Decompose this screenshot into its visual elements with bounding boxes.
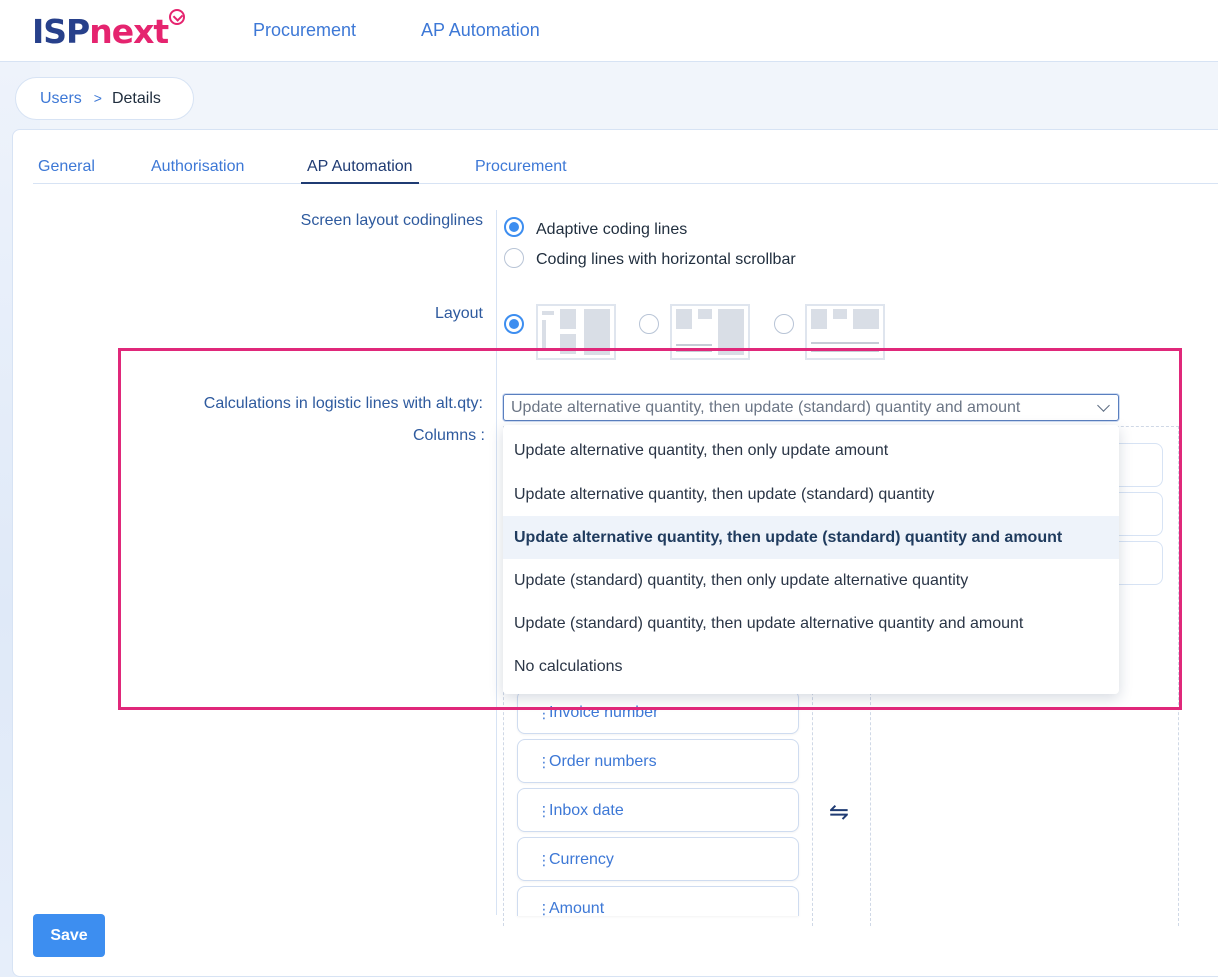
dropdown-option[interactable]: Update alternative quantity, then only u… [503,429,1119,472]
calculations-label: Calculations in logistic lines with alt.… [203,395,483,412]
tab-procurement[interactable]: Procurement [475,158,567,182]
column-chip[interactable]: ⋮ Inbox date [517,788,799,832]
drag-handle-icon[interactable]: ⋮ [537,789,551,833]
radio-adaptive-coding-lines[interactable] [504,217,524,237]
layout-radio-2[interactable] [639,314,659,334]
layout-radio-3[interactable] [774,314,794,334]
radio-horizontal-scrollbar[interactable] [504,248,524,268]
breadcrumb-users-link[interactable]: Users [40,90,82,107]
column-chip[interactable]: ⋮ Invoice number [517,690,799,734]
chevron-down-icon [1097,399,1110,412]
column-chip-label: Invoice number [549,704,659,721]
tab-bar: General Authorisation AP Automation Proc… [33,154,1218,184]
breadcrumb-current: Details [111,90,161,107]
column-chip[interactable]: ⋮ Order numbers [517,739,799,783]
logo-check-icon [169,9,185,25]
logo-next: next [89,12,169,51]
radio-horizontal-label: Coding lines with horizontal scrollbar [536,251,796,268]
column-chip[interactable]: ⋮ Amount [517,886,799,916]
details-card: General Authorisation AP Automation Proc… [12,129,1218,977]
drag-handle-icon[interactable]: ⋮ [537,887,551,916]
drag-handle-icon[interactable]: ⋮ [537,838,551,882]
nav-ap-automation[interactable]: AP Automation [421,20,540,41]
column-chip-label: Order numbers [549,753,657,770]
column-chip-label: Currency [549,851,614,868]
dropdown-option[interactable]: Update alternative quantity, then update… [503,473,1119,516]
tab-authorisation[interactable]: Authorisation [151,158,244,182]
layout-thumb-1[interactable] [536,304,616,360]
radio-adaptive-label: Adaptive coding lines [536,221,688,238]
layout-thumb-3[interactable] [805,304,885,360]
calculations-select[interactable]: Update alternative quantity, then update… [503,394,1119,421]
logo-isp: ISP [32,12,90,51]
dropdown-option[interactable]: Update (standard) quantity, then only up… [503,559,1119,602]
layout-radio-1[interactable] [504,314,524,334]
drag-handle-icon[interactable]: ⋮ [537,740,551,784]
calculations-dropdown: Update alternative quantity, then only u… [503,425,1119,694]
column-chip[interactable]: ⋮ Currency [517,837,799,881]
column-chip-label: Amount [549,900,605,916]
dropdown-option[interactable]: Update (standard) quantity, then update … [503,602,1119,645]
screen-layout-label: Screen layout codinglines [300,212,483,229]
form-divider [496,210,497,915]
save-button[interactable]: Save [33,914,105,957]
layout-thumb-2[interactable] [670,304,750,360]
logo[interactable]: ISPnext [32,12,169,52]
layout-label: Layout [434,305,483,322]
dropdown-option[interactable]: No calculations [503,645,1119,688]
top-bar: ISPnext Procurement AP Automation [0,0,1218,62]
drag-handle-icon[interactable]: ⋮ [537,691,551,735]
nav-procurement[interactable]: Procurement [253,20,356,41]
tab-general[interactable]: General [38,158,95,182]
breadcrumb-separator: > [93,90,102,106]
swap-icon[interactable]: ⇋ [829,798,849,827]
breadcrumb: Users > Details [15,77,194,120]
columns-label: Columns : [412,427,485,444]
calculations-select-value: Update alternative quantity, then update… [511,399,1021,416]
dropdown-option-selected[interactable]: Update alternative quantity, then update… [503,516,1119,559]
column-chip-label: Inbox date [549,802,624,819]
tab-ap-automation[interactable]: AP Automation [301,158,419,184]
